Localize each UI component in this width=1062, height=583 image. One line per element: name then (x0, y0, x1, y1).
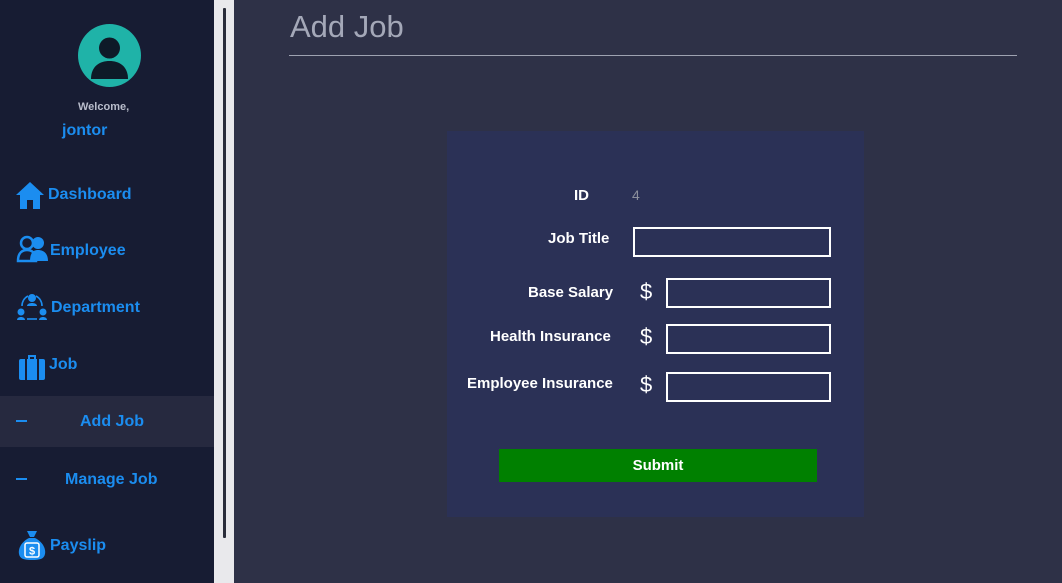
id-label: ID (574, 187, 589, 204)
sidebar-item-add-job[interactable]: Add Job (0, 396, 214, 447)
sidebar-item-job[interactable]: Job (0, 340, 214, 390)
scrollbar[interactable] (214, 0, 234, 583)
health-insurance-label: Health Insurance (490, 328, 611, 345)
svg-text:$: $ (29, 546, 35, 558)
sidebar-item-label: Job (49, 356, 78, 373)
sidebar-item-label: Payslip (50, 537, 107, 554)
employee-insurance-input[interactable] (666, 372, 831, 402)
submit-button[interactable]: Submit (499, 449, 817, 482)
username: jontor (62, 122, 108, 139)
base-salary-input[interactable] (666, 278, 831, 308)
home-icon (14, 179, 46, 216)
sidebar: Welcome, jontor Dashboard Employee Depar… (0, 0, 214, 583)
sidebar-item-payslip[interactable]: $ Payslip (0, 520, 214, 570)
sidebar-item-label: Dashboard (48, 186, 132, 203)
sidebar-item-department[interactable]: Department (0, 282, 214, 332)
employee-insurance-label: Employee Insurance (467, 375, 613, 392)
page-title: Add Job (290, 9, 404, 44)
department-icon (16, 290, 48, 327)
dollar-icon: $ (640, 324, 653, 349)
sidebar-item-label: Manage Job (65, 471, 158, 488)
avatar (78, 24, 141, 87)
sidebar-item-label: Add Job (80, 413, 144, 430)
sidebar-item-dashboard[interactable]: Dashboard (0, 170, 214, 220)
sidebar-item-employee[interactable]: Employee (0, 225, 214, 275)
money-bag-icon: $ (17, 529, 47, 566)
title-divider (289, 55, 1017, 56)
dollar-icon: $ (640, 372, 653, 397)
dash-icon (16, 420, 27, 422)
base-salary-label: Base Salary (528, 284, 614, 301)
health-insurance-input[interactable] (666, 324, 831, 354)
welcome-text: Welcome, (78, 101, 130, 113)
user-silhouette-icon (91, 37, 128, 79)
dash-icon (16, 478, 27, 480)
sidebar-item-label: Department (51, 299, 140, 316)
job-title-input[interactable] (633, 227, 831, 257)
users-icon (16, 235, 50, 268)
dollar-icon: $ (640, 279, 653, 304)
id-value: 4 (632, 187, 640, 203)
scrollbar-thumb[interactable] (223, 8, 226, 538)
job-title-label: Job Title (548, 230, 610, 247)
sidebar-item-label: Employee (50, 242, 126, 259)
briefcase-icon (18, 353, 46, 386)
sidebar-item-manage-job[interactable]: Manage Job (0, 454, 214, 504)
